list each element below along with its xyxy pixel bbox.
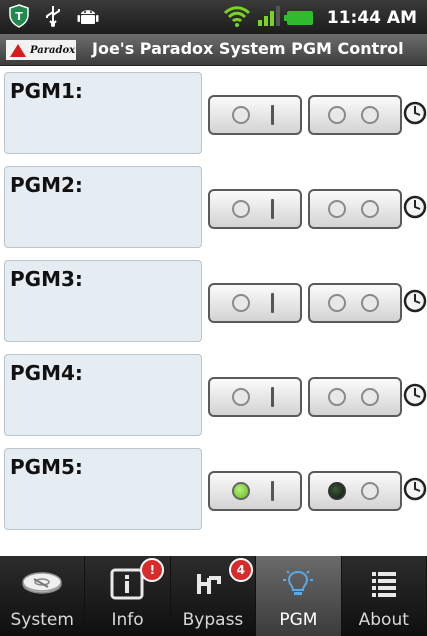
- pgm-label: PGM2:: [10, 173, 83, 197]
- timer-clock-icon[interactable]: [403, 383, 427, 407]
- paradox-logo: Paradox: [6, 40, 76, 60]
- notification-badge: 4: [228, 558, 253, 582]
- on-bar-icon: [271, 199, 274, 219]
- tab-system[interactable]: System: [0, 556, 86, 636]
- pgm3-off-button[interactable]: [308, 283, 402, 323]
- pgm-row-3: PGM3:: [0, 256, 427, 342]
- timer-clock-icon[interactable]: [403, 195, 427, 219]
- pgm-name-box: PGM2:: [4, 166, 202, 248]
- tab-about[interactable]: About: [342, 556, 427, 636]
- pgm-row-2: PGM2:: [0, 162, 427, 248]
- pgm5-on-button[interactable]: [208, 471, 302, 511]
- off-circle-icon: [361, 200, 379, 218]
- pgm-row-5: PGM5:: [0, 444, 427, 530]
- tab-label: Info: [111, 610, 144, 630]
- indicator-light: [328, 388, 346, 406]
- pgm4-off-button[interactable]: [308, 377, 402, 417]
- pgm1-off-button[interactable]: [308, 95, 402, 135]
- disk-icon: [20, 566, 64, 604]
- timer-clock-icon[interactable]: [403, 289, 427, 313]
- off-circle-icon: [361, 388, 379, 406]
- tab-info[interactable]: ! Info: [85, 556, 171, 636]
- off-circle-icon: [361, 482, 379, 500]
- pgm-row-1: PGM1:: [0, 68, 427, 154]
- pgm-name-box: PGM5:: [4, 448, 202, 530]
- indicator-light: [232, 294, 250, 312]
- logo-triangle-icon: [10, 43, 26, 57]
- shield-icon: T: [8, 4, 30, 32]
- svg-text:T: T: [15, 10, 23, 23]
- on-bar-icon: [271, 293, 274, 313]
- tab-label: System: [10, 610, 74, 630]
- pgm-label: PGM5:: [10, 455, 83, 479]
- pgm1-on-button[interactable]: [208, 95, 302, 135]
- usb-icon: [42, 4, 64, 32]
- off-circle-icon: [361, 106, 379, 124]
- tab-pgm[interactable]: PGM: [256, 556, 342, 636]
- pgm-name-box: PGM4:: [4, 354, 202, 436]
- timer-clock-icon[interactable]: [403, 477, 427, 501]
- pgm2-off-button[interactable]: [308, 189, 402, 229]
- signal-icon: [257, 4, 281, 32]
- clock-time: 11:44 AM: [326, 8, 417, 28]
- indicator-light: [232, 200, 250, 218]
- indicator-light: [328, 200, 346, 218]
- battery-icon: [283, 11, 313, 25]
- notification-badge: !: [140, 558, 165, 582]
- indicator-light: [328, 482, 346, 500]
- timer-clock-icon[interactable]: [403, 101, 427, 125]
- bypass-icon: [193, 566, 233, 606]
- pgm-name-box: PGM3:: [4, 260, 202, 342]
- off-circle-icon: [361, 294, 379, 312]
- pgm3-on-button[interactable]: [208, 283, 302, 323]
- pgm-name-box: PGM1:: [4, 72, 202, 154]
- pgm4-on-button[interactable]: [208, 377, 302, 417]
- tab-label: About: [358, 610, 409, 630]
- status-bar: T 11:44 AM: [0, 0, 427, 34]
- on-bar-icon: [271, 481, 274, 501]
- bottom-tab-bar: System ! Info 4 Bypass PGM About: [0, 556, 427, 636]
- tab-label: PGM: [279, 610, 318, 630]
- lightbulb-icon: [278, 566, 318, 606]
- pgm-label: PGM1:: [10, 79, 83, 103]
- logo-text: Paradox: [30, 44, 76, 56]
- pgm5-off-button[interactable]: [308, 471, 402, 511]
- pgm2-on-button[interactable]: [208, 189, 302, 229]
- indicator-light: [328, 294, 346, 312]
- tab-label: Bypass: [182, 610, 244, 630]
- android-icon: [76, 4, 100, 32]
- page-title: Joe's Paradox System PGM Control: [92, 39, 404, 58]
- pgm-label: PGM4:: [10, 361, 83, 385]
- list-icon: [364, 566, 404, 606]
- wifi-icon: [223, 4, 251, 32]
- app-title-bar: Paradox Joe's Paradox System PGM Control: [0, 34, 427, 66]
- pgm-row-4: PGM4:: [0, 350, 427, 436]
- tab-bypass[interactable]: 4 Bypass: [171, 556, 257, 636]
- indicator-light: [328, 106, 346, 124]
- indicator-light: [232, 482, 250, 500]
- indicator-light: [232, 388, 250, 406]
- pgm-label: PGM3:: [10, 267, 83, 291]
- on-bar-icon: [271, 387, 274, 407]
- indicator-light: [232, 106, 250, 124]
- on-bar-icon: [271, 105, 274, 125]
